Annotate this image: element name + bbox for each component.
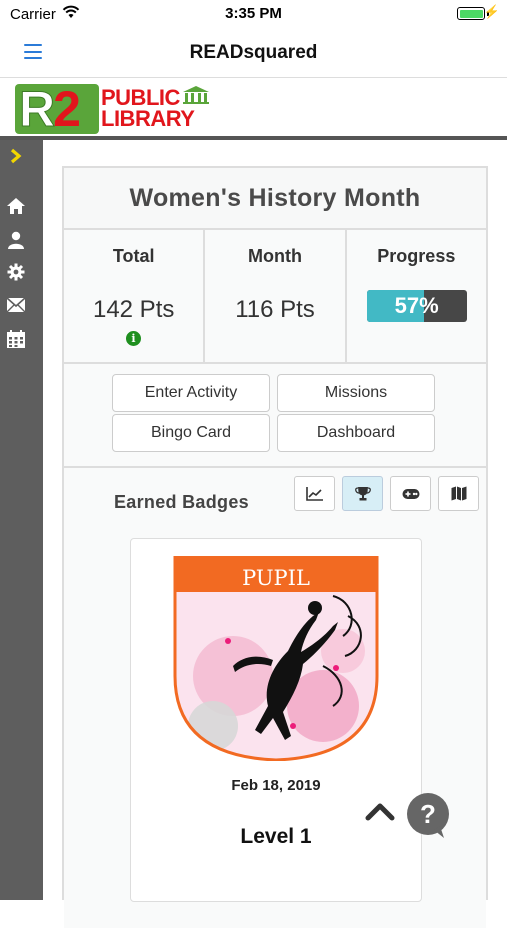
nav-bar: READsquared — [0, 28, 507, 78]
library-logo: R2 PUBLIC LIBRARY — [0, 79, 507, 137]
program-title: Women's History Month — [129, 183, 421, 212]
home-icon[interactable] — [6, 196, 26, 216]
mail-icon[interactable] — [6, 295, 26, 315]
library-building-icon — [183, 86, 209, 104]
total-points-cell: Total 142 Pts i — [64, 230, 206, 362]
missions-button[interactable]: Missions — [277, 374, 435, 412]
sidebar — [0, 140, 43, 900]
gamepad-view-button[interactable] — [390, 476, 431, 511]
scroll-to-top-icon[interactable] — [364, 798, 396, 824]
r2-logo-mark: R2 — [15, 84, 99, 135]
gamepad-icon — [402, 488, 419, 499]
info-icon[interactable]: i — [126, 331, 141, 346]
chart-view-button[interactable] — [294, 476, 335, 511]
month-value: 116 Pts — [235, 296, 315, 323]
badge-card[interactable]: PUPIL Feb 18, 2019 Level 1 — [130, 538, 422, 902]
map-view-button[interactable] — [438, 476, 479, 511]
user-icon[interactable] — [6, 230, 26, 250]
help-icon[interactable]: ? — [404, 792, 452, 840]
progress-cell: Progress 57% — [346, 230, 486, 362]
badge-name: PUPIL — [242, 566, 310, 590]
progress-percent: 57% — [394, 293, 439, 318]
total-value: 142 Pts — [92, 296, 175, 323]
trophy-view-button[interactable] — [342, 476, 383, 511]
trophy-icon — [354, 487, 371, 501]
header-divider — [0, 136, 507, 140]
bingo-card-button[interactable]: Bingo Card — [112, 414, 270, 452]
charging-icon: ⚡ — [483, 4, 500, 19]
battery-icon — [457, 7, 485, 20]
earned-badges-section: Earned Badges PUPIL Feb 18, 2019 Level 1 — [64, 468, 486, 928]
chart-icon — [305, 486, 323, 501]
svg-text:?: ? — [420, 799, 436, 829]
program-header: Women's History Month — [64, 168, 486, 230]
program-panel: Women's History Month Total 142 Pts i Mo… — [62, 166, 488, 928]
nav-title: READsquared — [189, 42, 318, 63]
badge-date: Feb 18, 2019 — [231, 777, 321, 794]
pupil-badge-image: PUPIL — [173, 556, 379, 761]
calendar-icon[interactable] — [6, 329, 26, 349]
logo-wordmark: PUBLIC LIBRARY — [101, 85, 195, 131]
gear-icon[interactable] — [6, 262, 26, 282]
month-points-cell: Month 116 Pts — [205, 230, 347, 362]
progress-label: Progress — [377, 246, 456, 266]
expand-icon[interactable] — [6, 146, 26, 166]
status-bar: Carrier 3:35 PM ⚡ — [0, 0, 507, 28]
progress-bar: 57% — [366, 290, 467, 322]
points-stats: Total 142 Pts i Month 116 Pts Progress 5… — [64, 230, 486, 364]
action-buttons: Enter Activity Missions Bingo Card Dashb… — [64, 364, 486, 468]
badges-heading: Earned Badges — [114, 492, 249, 512]
badge-level: Level 1 — [240, 825, 312, 848]
month-label: Month — [248, 246, 302, 266]
status-time: 3:35 PM — [225, 5, 282, 22]
enter-activity-button[interactable]: Enter Activity — [112, 374, 270, 412]
total-label: Total — [112, 246, 155, 266]
dashboard-button[interactable]: Dashboard — [277, 414, 435, 452]
map-icon — [451, 486, 466, 501]
